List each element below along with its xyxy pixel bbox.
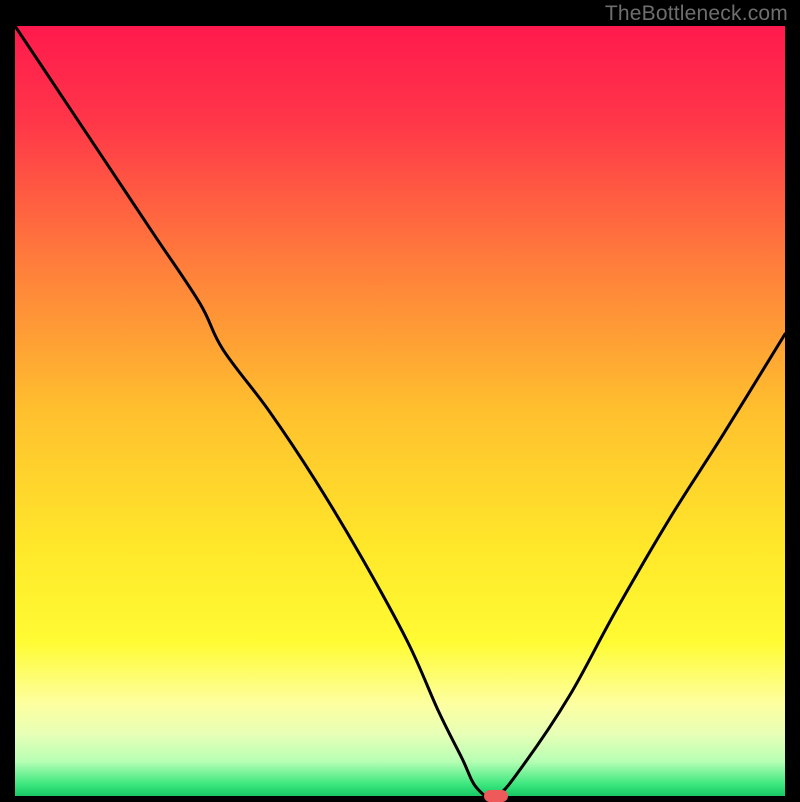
chart-background <box>15 26 785 796</box>
chart-svg <box>15 26 785 796</box>
chart-frame <box>15 26 785 796</box>
watermark-text: TheBottleneck.com <box>605 2 788 26</box>
